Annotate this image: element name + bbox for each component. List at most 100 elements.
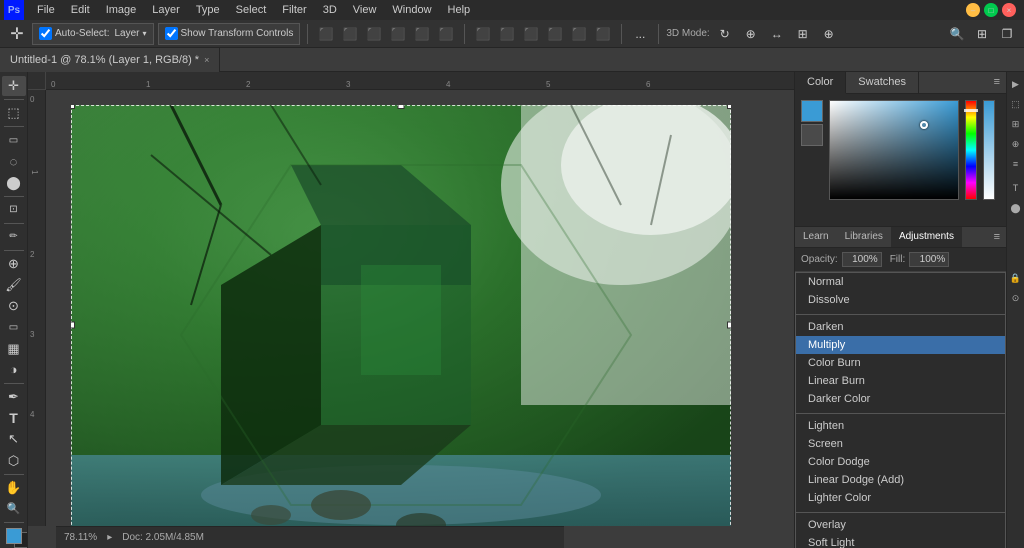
transform-checkbox[interactable] <box>165 27 178 40</box>
menu-view[interactable]: View <box>346 2 384 18</box>
background-color[interactable] <box>801 124 823 146</box>
search-btn[interactable]: 🔍 <box>946 23 968 45</box>
dist-left-btn[interactable]: ⬛ <box>472 23 494 45</box>
align-center-h-btn[interactable]: ⬛ <box>339 23 361 45</box>
align-left-btn[interactable]: ⬛ <box>315 23 337 45</box>
blend-lighten[interactable]: Lighten <box>796 417 1005 435</box>
panel-btn-4[interactable]: ⊕ <box>1008 136 1024 152</box>
blend-darker-color[interactable]: Darker Color <box>796 390 1005 408</box>
pen-tool-btn[interactable]: ✒ <box>2 387 26 407</box>
eyedropper-tool-btn[interactable]: ✏ <box>2 227 26 247</box>
blend-screen[interactable]: Screen <box>796 435 1005 453</box>
fill-input[interactable] <box>909 252 949 267</box>
align-right-btn[interactable]: ⬛ <box>363 23 385 45</box>
hue-slider[interactable] <box>965 100 977 200</box>
path-select-btn[interactable]: ↖ <box>2 429 26 449</box>
panel-btn-2[interactable]: ⬚ <box>1008 96 1024 112</box>
blend-overlay[interactable]: Overlay <box>796 516 1005 534</box>
menu-type[interactable]: Type <box>189 2 227 18</box>
move-tool-btn[interactable]: ✛ <box>2 76 26 96</box>
brush-tool-btn[interactable]: 🖌 <box>2 275 26 295</box>
blend-normal[interactable]: Normal <box>796 273 1005 291</box>
panel-btn-3[interactable]: ⊞ <box>1008 116 1024 132</box>
blend-linear-dodge[interactable]: Linear Dodge (Add) <box>796 471 1005 489</box>
auto-select-toggle[interactable]: Auto-Select: Layer ▾ <box>32 23 154 45</box>
close-button[interactable]: × <box>1002 3 1016 17</box>
handle-tl[interactable] <box>71 105 75 109</box>
auto-select-checkbox[interactable] <box>39 27 52 40</box>
align-top-btn[interactable]: ⬛ <box>387 23 409 45</box>
tab-close-btn[interactable]: × <box>204 55 209 65</box>
blend-color-dodge[interactable]: Color Dodge <box>796 453 1005 471</box>
menu-help[interactable]: Help <box>441 2 478 18</box>
align-center-v-btn[interactable]: ⬛ <box>411 23 433 45</box>
alpha-slider[interactable] <box>983 100 995 200</box>
more-options-btn[interactable]: ... <box>629 23 651 45</box>
blend-linear-burn[interactable]: Linear Burn <box>796 372 1005 390</box>
dist-center-h-btn[interactable]: ⬛ <box>496 23 518 45</box>
shape-tool-btn[interactable]: ⬡ <box>2 451 26 471</box>
menu-file[interactable]: File <box>30 2 62 18</box>
handle-ml[interactable] <box>71 322 75 329</box>
hand-tool-btn[interactable]: ✋ <box>2 478 26 498</box>
quick-select-btn[interactable]: ⬤ <box>2 173 26 193</box>
panel-btn-7[interactable]: ⬤ <box>1008 200 1024 216</box>
learn-tab[interactable]: Learn <box>795 227 837 247</box>
auto-select-type[interactable]: Layer <box>114 28 139 39</box>
move-tool-icon[interactable]: ✛ <box>6 23 28 45</box>
color-tab[interactable]: Color <box>795 72 846 94</box>
canvas-container[interactable] <box>46 90 794 526</box>
menu-filter[interactable]: Filter <box>275 2 313 18</box>
3d-walk-btn[interactable]: ⊞ <box>792 23 814 45</box>
arrange-btn[interactable]: ❐ <box>996 23 1018 45</box>
panel-btn-8[interactable]: 🔒 <box>1008 270 1024 286</box>
zoom-tool-btn[interactable]: 🔍 <box>2 499 26 519</box>
type-tool-btn[interactable]: T <box>2 408 26 428</box>
workspace-btn[interactable]: ⊞ <box>971 23 993 45</box>
libraries-tab[interactable]: Libraries <box>837 227 891 247</box>
3d-pan-btn[interactable]: ↔ <box>766 23 788 45</box>
dist-top-btn[interactable]: ⬛ <box>544 23 566 45</box>
3d-zoom-btn[interactable]: ⊕ <box>818 23 840 45</box>
blend-color-burn[interactable]: Color Burn <box>796 354 1005 372</box>
panel-btn-6[interactable]: T <box>1008 180 1024 196</box>
3d-orbit-btn[interactable]: ⊕ <box>740 23 762 45</box>
adj-menu-icon[interactable]: ≡ <box>988 227 1006 247</box>
panel-btn-5[interactable]: ≡ <box>1008 156 1024 172</box>
blend-darken[interactable]: Darken <box>796 318 1005 336</box>
gradient-tool-btn[interactable]: ▦ <box>2 339 26 359</box>
dodge-tool-btn[interactable]: ◑ <box>2 360 26 380</box>
menu-layer[interactable]: Layer <box>145 2 187 18</box>
eraser-tool-btn[interactable]: ▭ <box>2 317 26 337</box>
adjustments-tab[interactable]: Adjustments <box>891 227 962 247</box>
blend-soft-light[interactable]: Soft Light <box>796 534 1005 548</box>
menu-edit[interactable]: Edit <box>64 2 97 18</box>
foreground-color[interactable] <box>801 100 823 122</box>
3d-rotate-btn[interactable]: ↻ <box>714 23 736 45</box>
panel-btn-9[interactable]: ⊙ <box>1008 290 1024 306</box>
blend-multiply[interactable]: Multiply <box>796 336 1005 354</box>
opacity-input[interactable] <box>842 252 882 267</box>
document-tab[interactable]: Untitled-1 @ 78.1% (Layer 1, RGB/8) * × <box>0 48 220 72</box>
maximize-button[interactable]: □ <box>984 3 998 17</box>
color-spectrum-picker[interactable] <box>829 100 959 200</box>
panel-btn-1[interactable]: ▶ <box>1008 76 1024 92</box>
align-bottom-btn[interactable]: ⬛ <box>435 23 457 45</box>
menu-window[interactable]: Window <box>385 2 438 18</box>
dist-right-btn[interactable]: ⬛ <box>520 23 542 45</box>
minimize-button[interactable]: – <box>966 3 980 17</box>
menu-3d[interactable]: 3D <box>316 2 344 18</box>
blend-dissolve[interactable]: Dissolve <box>796 291 1005 309</box>
dist-bottom-btn[interactable]: ⬛ <box>592 23 614 45</box>
fg-color-swatch[interactable] <box>6 528 22 544</box>
marquee-tool-btn[interactable]: ▭ <box>2 130 26 150</box>
crop-tool-btn[interactable]: ⊡ <box>2 200 26 220</box>
menu-select[interactable]: Select <box>229 2 274 18</box>
show-transform-btn[interactable]: Show Transform Controls <box>158 23 301 45</box>
menu-image[interactable]: Image <box>99 2 144 18</box>
handle-tm[interactable] <box>398 105 405 109</box>
swatches-tab[interactable]: Swatches <box>846 72 919 93</box>
stamp-tool-btn[interactable]: ⊙ <box>2 296 26 316</box>
heal-tool-btn[interactable]: ⊕ <box>2 254 26 274</box>
dist-center-v-btn[interactable]: ⬛ <box>568 23 590 45</box>
